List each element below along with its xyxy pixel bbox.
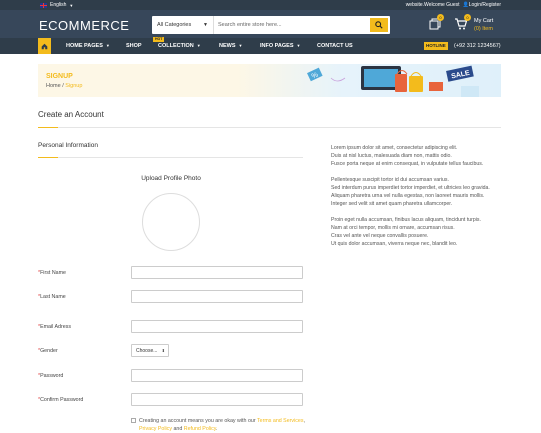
chevron-down-icon: ▼ xyxy=(296,43,301,48)
info-paragraph-2: Pellentesque suscipit tortor id dui accu… xyxy=(331,177,490,207)
page-title: SIGNUP xyxy=(46,73,73,80)
refund-link[interactable]: Refund Policy xyxy=(184,426,216,432)
nav-news[interactable]: NEWS ▼ xyxy=(219,43,242,49)
info-paragraph-1: Lorem ipsum dolor sit amet, consectetur … xyxy=(331,145,484,167)
home-button[interactable] xyxy=(38,38,51,54)
last-name-label: *Last Name xyxy=(38,294,66,300)
cart-summary[interactable]: My Cart (0) Item xyxy=(474,17,493,33)
cart-count-badge: 0 xyxy=(464,14,471,21)
create-account-heading: Create an Account xyxy=(38,110,104,119)
gender-select[interactable]: Choose... ⬍ xyxy=(131,344,169,357)
search-bar: All Categories ▼ Search entire store here… xyxy=(152,16,390,34)
personal-info-heading: Personal Information xyxy=(38,142,98,149)
info-paragraph-3: Proin eget nulla accumsan, finibus lacus… xyxy=(331,217,481,247)
chevron-updown-icon: ⬍ xyxy=(161,348,165,353)
search-button[interactable] xyxy=(370,18,388,32)
divider-accent xyxy=(38,127,58,128)
terms-text: Creating an account means you are okay w… xyxy=(139,418,257,424)
language-selector[interactable]: English ▼ xyxy=(40,2,73,8)
divider xyxy=(38,157,303,158)
cart-label: My Cart xyxy=(474,18,494,24)
compare-count-badge: 0 xyxy=(437,14,444,21)
nav-contact-us[interactable]: CONTACT US xyxy=(317,43,353,49)
divider xyxy=(38,127,501,128)
top-bar: English ▼ website.Welcome Guest 👤Login/R… xyxy=(0,0,541,10)
nav-shop[interactable]: SHOP xyxy=(126,43,142,49)
email-field[interactable] xyxy=(131,320,303,333)
cart-items-count: (0) Item xyxy=(474,26,493,32)
password-label: *Password xyxy=(38,373,64,379)
page-banner: % SALE SIGNUP Home / Signup xyxy=(38,64,501,97)
terms-link[interactable]: Terms and Services xyxy=(257,418,304,424)
password-field[interactable] xyxy=(131,369,303,382)
hotline-badge: HOTLINE xyxy=(424,42,448,50)
confirm-password-field[interactable] xyxy=(131,393,303,406)
nav-collection[interactable]: COLLECTION ▼ xyxy=(158,43,201,49)
home-icon xyxy=(41,43,48,49)
chevron-down-icon: ▼ xyxy=(69,2,74,8)
first-name-field[interactable] xyxy=(131,266,303,279)
terms-checkbox[interactable] xyxy=(131,418,136,423)
gender-label: *Gender xyxy=(38,348,58,354)
shopping-illustration: % SALE xyxy=(307,65,479,97)
nav-info-pages[interactable]: INFO PAGES ▼ xyxy=(260,43,300,49)
language-label: English xyxy=(50,2,67,8)
first-name-label: *First Name xyxy=(38,270,66,276)
email-label: *Email Adress xyxy=(38,324,71,330)
hot-badge: HOT xyxy=(153,37,165,42)
welcome-text: website.Welcome Guest xyxy=(405,2,460,8)
site-logo[interactable]: ECOMMERCE xyxy=(39,18,129,33)
breadcrumb-current: Signup xyxy=(65,83,83,89)
nav-home-pages[interactable]: HOME PAGES ▼ xyxy=(66,43,110,49)
chevron-down-icon: ▼ xyxy=(105,43,110,48)
confirm-password-label: *Confirm Password xyxy=(38,397,84,403)
upload-photo-label: Upload Profile Photo xyxy=(141,175,201,182)
profile-photo-upload[interactable] xyxy=(142,193,200,251)
search-icon xyxy=(375,21,383,29)
terms-agreement: Creating an account means you are okay w… xyxy=(131,417,306,433)
uk-flag-icon xyxy=(40,2,47,8)
chevron-down-icon: ▼ xyxy=(238,43,243,48)
privacy-link[interactable]: Privacy Policy xyxy=(139,426,172,432)
breadcrumb: Home / Signup xyxy=(46,83,83,89)
breadcrumb-home[interactable]: Home xyxy=(46,83,61,89)
cart-button[interactable]: 0 xyxy=(454,14,471,31)
hotline-phone: (+92 312 1234567) xyxy=(454,43,501,49)
search-category-select[interactable]: All Categories ▼ xyxy=(152,16,214,34)
chevron-down-icon: ▼ xyxy=(203,22,208,28)
compare-button[interactable]: 0 xyxy=(429,14,444,30)
login-link[interactable]: 👤Login/Register xyxy=(463,2,501,8)
divider-accent xyxy=(38,157,58,158)
search-input[interactable]: Search entire store here... xyxy=(214,16,370,34)
last-name-field[interactable] xyxy=(131,290,303,303)
chevron-down-icon: ▼ xyxy=(196,43,201,48)
